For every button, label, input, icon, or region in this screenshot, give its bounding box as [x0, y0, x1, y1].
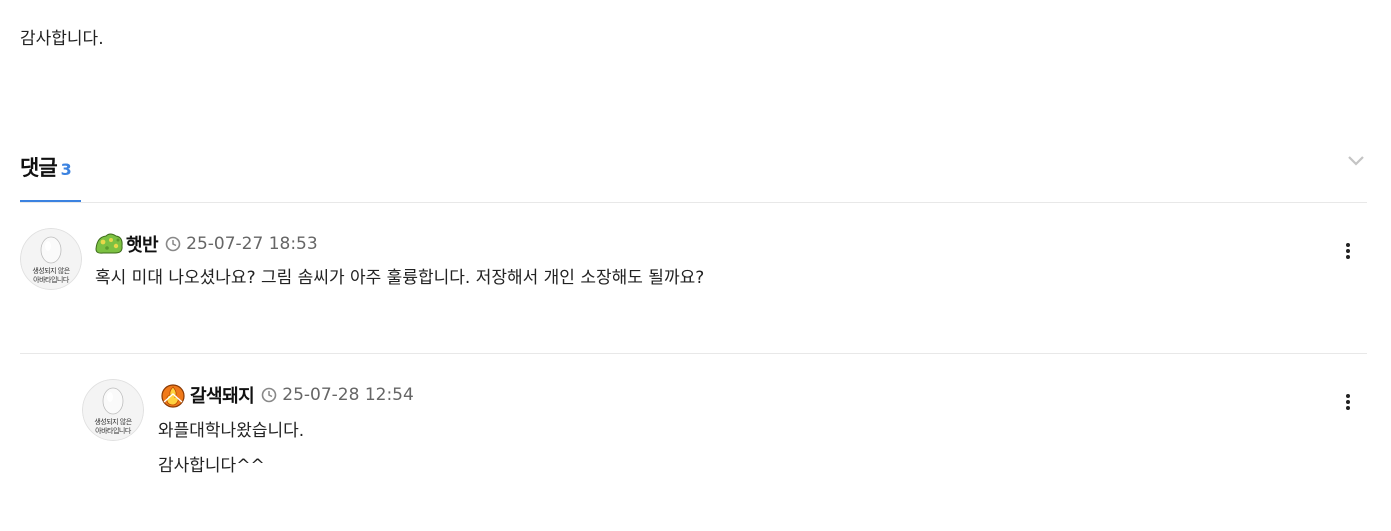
comment-author[interactable]: 갈색돼지: [190, 382, 255, 408]
orange-flame-level-badge-icon: [158, 382, 188, 408]
comment-more-button[interactable]: [1343, 393, 1353, 413]
more-vertical-icon: [1346, 394, 1350, 410]
comment-text-line: 와플대학나왔습니다.: [158, 421, 305, 441]
clock-icon: [261, 387, 277, 403]
avatar[interactable]: 생성되지 않은 아바타입니다: [82, 379, 144, 441]
comment-text-line: 감사합니다^^: [158, 456, 265, 476]
comment-date: 25-07-28 12:54: [282, 385, 414, 405]
avatar-caption-line2: 아바타입니다: [95, 427, 131, 435]
comment-reply-item: 생성되지 않은 아바타입니다 갈색돼지 25-07-28 12:54 와플대학나…: [0, 0, 1391, 531]
comment-meta: 갈색돼지 25-07-28 12:54: [158, 382, 414, 408]
